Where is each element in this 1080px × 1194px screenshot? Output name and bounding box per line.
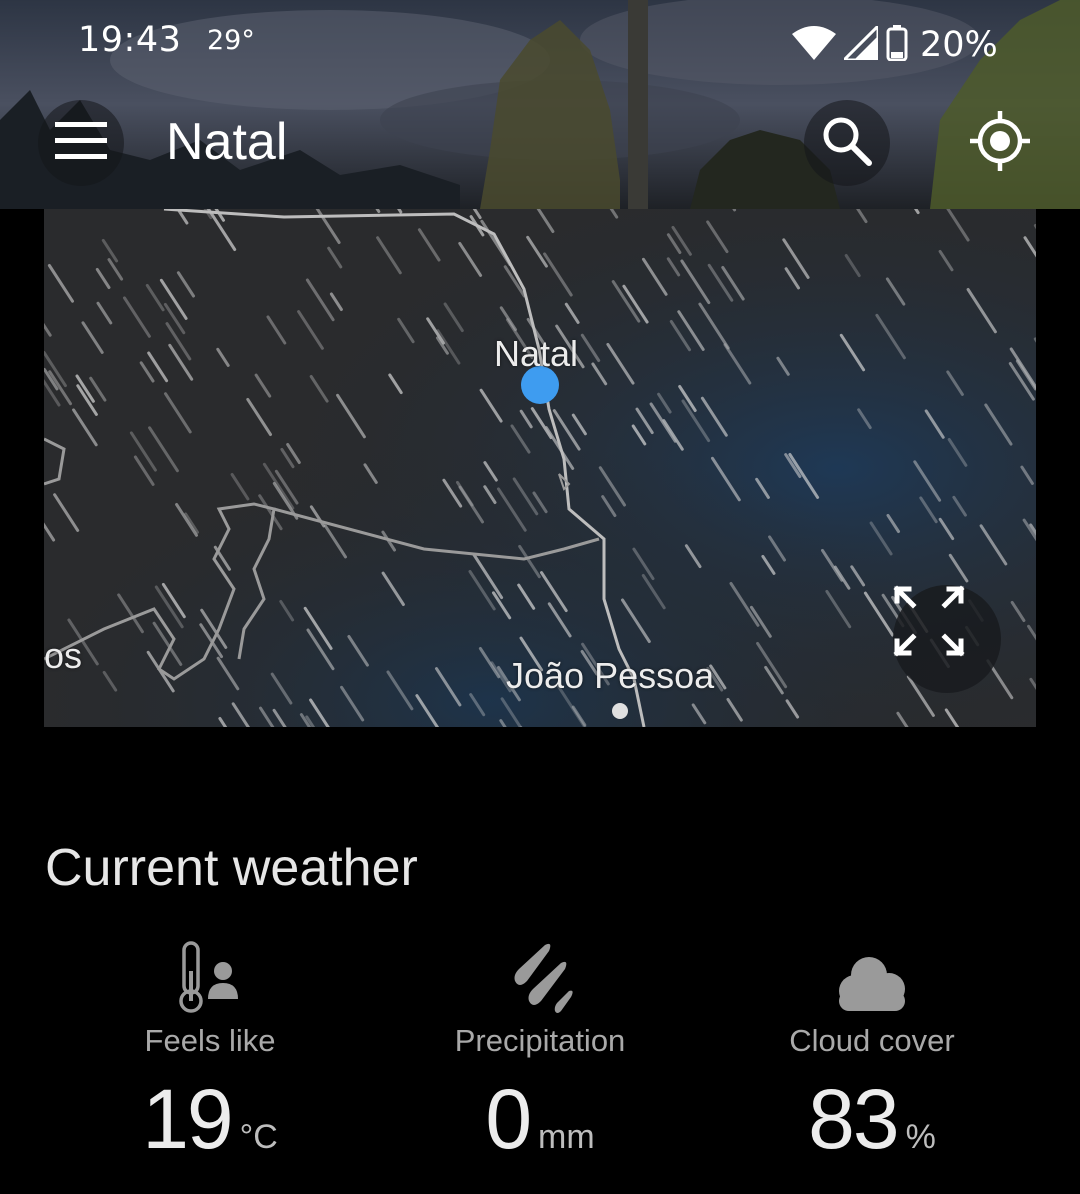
metric-label: Precipitation xyxy=(454,1023,626,1058)
thermometer-person-icon xyxy=(40,935,380,1013)
metric-unit: mm xyxy=(538,1118,595,1156)
fullscreen-button[interactable] xyxy=(893,585,1001,693)
menu-icon xyxy=(55,121,107,165)
metric-precipitation: Precipitation 0 mm xyxy=(370,935,710,1168)
my-location-button[interactable] xyxy=(957,100,1043,186)
menu-button[interactable] xyxy=(38,100,124,186)
page-title: Natal xyxy=(166,113,288,171)
wifi-icon xyxy=(792,25,836,65)
battery-percentage: 20% xyxy=(920,25,998,65)
map-label-edge: os xyxy=(44,635,83,676)
cloud-icon xyxy=(702,935,1042,1013)
battery-icon xyxy=(886,24,908,66)
metric-value: 83 xyxy=(808,1072,899,1166)
search-button[interactable] xyxy=(804,100,890,186)
metric-label: Cloud cover xyxy=(789,1023,955,1058)
map-label-city: Natal xyxy=(494,333,579,374)
metric-unit: °C xyxy=(239,1118,278,1156)
section-title-current-weather: Current weather xyxy=(45,839,418,897)
signal-icon xyxy=(840,21,880,65)
metric-unit: % xyxy=(905,1118,936,1156)
rain-drops-icon xyxy=(370,935,710,1013)
search-icon xyxy=(821,115,873,172)
metric-value: 19 xyxy=(142,1072,233,1166)
status-icons: 20% xyxy=(792,21,998,66)
city-marker xyxy=(612,703,628,719)
my-location-icon xyxy=(968,109,1032,178)
status-temperature: 29° xyxy=(207,25,255,56)
metric-cloud-cover: Cloud cover 83 % xyxy=(702,935,1042,1168)
weather-map[interactable]: Natal João Pessoa os xyxy=(44,209,1036,727)
status-bar: 19:43 29° 20% xyxy=(0,0,1080,86)
metric-label: Feels like xyxy=(144,1023,276,1058)
metric-feels-like: Feels like 19 °C xyxy=(40,935,380,1168)
header: 19:43 29° 20% Natal xyxy=(0,0,1080,209)
map-label-nearby-city: João Pessoa xyxy=(506,655,715,696)
metric-value: 0 xyxy=(485,1072,532,1166)
status-time: 19:43 xyxy=(78,20,182,60)
rain-radar-layer xyxy=(44,209,1036,727)
